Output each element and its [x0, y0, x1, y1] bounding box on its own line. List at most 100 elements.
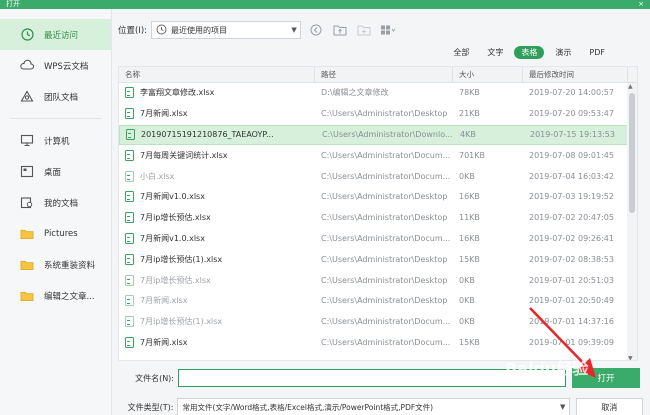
file-path: C:\Users\Administrator\Downlo... — [322, 130, 453, 140]
file-name: 7月新闻v1.0.xlsx — [140, 192, 205, 202]
file-size: 16KB — [459, 192, 480, 202]
file-modified: 2019-07-01 20:51:03 — [529, 275, 614, 285]
file-size: 11KB — [459, 213, 480, 223]
file-modified: 2019-07-02 20:47:05 — [529, 213, 614, 223]
sidebar-item-label: 系统重装资料 — [44, 260, 96, 271]
table-row[interactable]: 7月ip增长预估(1).xlsx C:\Users\Administrator\D… — [119, 312, 637, 333]
file-name-cell: 20190715191210876_TAEAOYP... — [120, 129, 316, 141]
file-modified: 2019-07-15 19:13:53 — [530, 130, 615, 140]
file-size: 0KB — [459, 275, 475, 285]
file-modified: 2019-07-04 16:03:42 — [529, 171, 614, 181]
table-row[interactable]: 李富翔文章修改.xlsx D:\编辑之文章修改 78KB 2019-07-20 14:… — [119, 83, 637, 104]
sidebar-item-edit-articles[interactable]: 编辑之文章... — [0, 280, 111, 311]
file-name: 7月ip增长预估(1).xlsx — [140, 317, 223, 327]
sidebar-item-my-documents[interactable]: 我的文档 — [0, 187, 111, 218]
file-name: 7月新闻.xlsx — [140, 337, 188, 347]
spreadsheet-file-icon — [125, 274, 134, 286]
file-name-cell: 7月每周关键词统计.xlsx — [119, 149, 315, 161]
file-path: C:\Users\Administrator\Docum... — [321, 317, 451, 327]
filename-label: 文件名(N): — [135, 373, 174, 383]
computer-icon — [20, 134, 34, 147]
spreadsheet-file-icon — [125, 253, 134, 265]
open-button[interactable]: 打开 — [572, 368, 640, 388]
table-row[interactable]: 7月ip增长预估(1).xlsx C:\Users\Administrator\D… — [119, 249, 637, 270]
table-row[interactable]: 7月ip增长预估.xlsx C:\Users\Administrator\Desk… — [119, 270, 637, 291]
spreadsheet-file-icon — [125, 191, 134, 203]
file-name-cell: 7月新闻.xlsx — [119, 336, 315, 348]
close-icon[interactable]: × — [638, 0, 644, 9]
team-icon — [20, 90, 34, 103]
file-name-cell: 7月ip增长预估.xlsx — [119, 212, 315, 224]
filetype-select[interactable]: 常用文件(文字/Word格式,表格/Excel格式,演示/PowerPoint格… — [177, 398, 570, 415]
file-path: C:\Users\Administrator\Desktop — [321, 109, 448, 119]
file-name-cell: 7月ip增长预估.xlsx — [119, 274, 315, 286]
sidebar-item-system-reinstall[interactable]: 系统重装资料 — [0, 249, 111, 280]
cancel-button[interactable]: 取消 — [575, 398, 643, 415]
column-header-path[interactable]: 路径 — [315, 67, 453, 83]
filter-spreadsheet[interactable]: 表格 — [514, 46, 545, 59]
view-mode-button[interactable] — [379, 21, 397, 39]
sidebar-item-label: 桌面 — [44, 167, 62, 178]
table-row[interactable]: 7月新闻.xlsx C:\Users\Administrator\Desktop 2… — [119, 104, 637, 125]
filter-text[interactable]: 文字 — [480, 46, 510, 59]
table-row[interactable]: 7月新闻.xlsx C:\Users\Administrator\Desktop 0… — [119, 291, 637, 312]
table-row[interactable]: 7月ip增长预估.xlsx C:\Users\Administrator\Desk… — [119, 208, 637, 229]
scrollbar-thumb[interactable] — [629, 93, 635, 213]
file-modified: 2019-07-03 19:19:52 — [529, 192, 614, 202]
file-name: 7月新闻.xlsx — [140, 109, 188, 119]
table-row[interactable]: 7月每周关键词统计.xlsx C:\Users\Administrator\Doc… — [119, 145, 637, 166]
file-name-cell: 7月新闻.xlsx — [119, 295, 315, 307]
file-name: 7月新闻.xlsx — [140, 296, 188, 306]
file-name-cell: 7月ip增长预估(1).xlsx — [119, 316, 315, 328]
filename-input[interactable] — [178, 369, 566, 387]
table-row[interactable]: 7月新闻v1.0.xlsx C:\Users\Administrator\Desk… — [119, 187, 637, 208]
file-modified: 2019-07-02 08:38:53 — [529, 254, 614, 264]
table-row[interactable]: 小白.xlsx C:\Users\Administrator\Docum... 0K… — [119, 166, 637, 187]
scroll-up-icon[interactable]: ▲ — [628, 83, 633, 90]
column-header-modified[interactable]: 最后修改时间 — [523, 67, 628, 83]
filter-presentation[interactable]: 演示 — [548, 46, 578, 59]
sidebar-item-wps-cloud[interactable]: WPS云文档 — [0, 50, 111, 81]
filter-all[interactable]: 全部 — [446, 46, 476, 59]
sidebar-item-pictures[interactable]: Pictures — [0, 218, 111, 249]
location-value: 最近使用的项目 — [171, 25, 228, 35]
file-name-cell: 7月新闻v1.0.xlsx — [119, 191, 315, 203]
file-path: C:\Users\Administrator\Desktop — [321, 192, 448, 202]
file-name: 7月ip增长预估.xlsx — [140, 275, 211, 285]
sidebar-item-recent[interactable]: 最近访问 — [0, 19, 111, 50]
up-folder-button[interactable] — [331, 21, 349, 39]
file-path: C:\Users\Administrator\Desktop — [321, 275, 448, 285]
file-size: 21KB — [459, 109, 480, 119]
file-modified: 2019-07-20 09:53:47 — [529, 109, 614, 119]
table-row[interactable]: 20190715191210876_TAEAOYP... C:\Users\Adm… — [119, 124, 637, 146]
sidebar-item-computer[interactable]: 计算机 — [0, 125, 111, 156]
file-path: C:\Users\Administrator\Docum... — [321, 171, 451, 181]
spreadsheet-file-icon — [125, 336, 134, 348]
chevron-down-icon: ▼ — [291, 26, 297, 34]
column-header-name[interactable]: 名称 — [119, 67, 315, 83]
file-name-cell: 7月ip增长预估(1).xlsx — [119, 253, 315, 265]
vertical-scrollbar[interactable]: ▲ ▼ — [627, 83, 637, 360]
scroll-down-icon[interactable]: ▼ — [628, 355, 633, 360]
filetype-value: 常用文件(文字/Word格式,表格/Excel格式,演示/PowerPoint格… — [182, 402, 434, 412]
file-size: 0KB — [459, 171, 475, 181]
spreadsheet-file-icon — [125, 316, 134, 328]
back-button[interactable] — [307, 21, 325, 39]
location-dropdown[interactable]: 最近使用的项目 ▼ — [151, 21, 302, 39]
file-size: 0KB — [459, 317, 475, 327]
desktop-icon — [20, 165, 34, 178]
table-row[interactable]: 7月新闻.xlsx C:\Users\Administrator\Docum...… — [119, 333, 637, 354]
file-type-filters: 全部 文字 表格 演示 PDF — [446, 46, 612, 59]
file-modified: 2019-07-01 14:37:16 — [529, 317, 614, 327]
column-header-size[interactable]: 大小 — [453, 67, 523, 83]
clock-icon — [20, 28, 34, 41]
sidebar-item-desktop[interactable]: 桌面 — [0, 156, 111, 187]
table-row[interactable]: 7月新闻v1.0.xlsx C:\Users\Administrator\Docu… — [119, 229, 637, 250]
filetype-label: 文件类型(T): — [127, 402, 174, 412]
file-size: 15KB — [459, 337, 480, 347]
filter-pdf[interactable]: PDF — [582, 47, 612, 58]
folder-icon — [20, 258, 34, 271]
spreadsheet-file-icon — [125, 232, 134, 244]
sidebar-item-team-docs[interactable]: 团队文档 — [0, 81, 111, 112]
new-folder-button[interactable] — [355, 21, 373, 39]
